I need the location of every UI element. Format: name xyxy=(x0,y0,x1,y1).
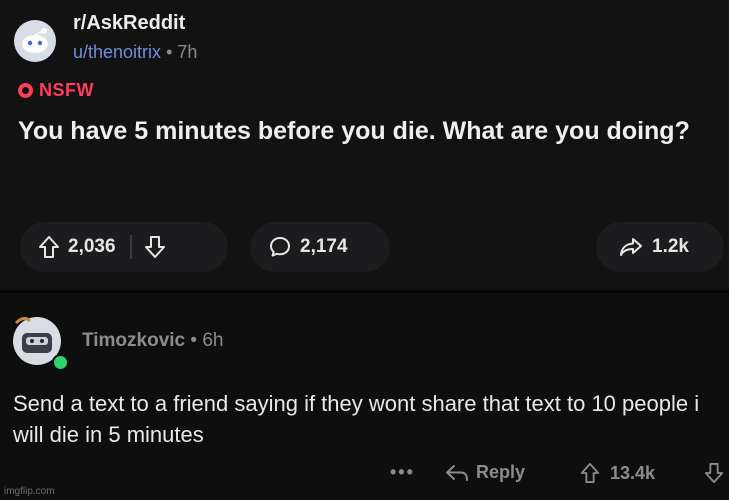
comment-upvote-icon[interactable] xyxy=(580,462,600,484)
meta-separator: • xyxy=(166,42,173,62)
comment-count: 2,174 xyxy=(300,236,348,257)
comments-button[interactable]: 2,174 xyxy=(250,222,390,272)
reply-label: Reply xyxy=(476,462,526,482)
comment-vote: 13.4k xyxy=(580,462,655,484)
comment-icon xyxy=(268,235,292,259)
comment-card: Timozkovic • 6h Send a text to a friend … xyxy=(0,293,729,500)
share-count: 1.2k xyxy=(652,236,689,257)
post-title[interactable]: You have 5 minutes before you die. What … xyxy=(18,113,723,149)
post-time: 7h xyxy=(177,42,198,62)
nsfw-label: NSFW xyxy=(39,80,94,100)
nsfw-icon xyxy=(18,83,33,98)
upvote-icon[interactable] xyxy=(38,235,60,259)
vote-divider xyxy=(129,235,132,259)
nsfw-tag: NSFW xyxy=(18,80,94,101)
comment-score: 13.4k xyxy=(610,462,656,483)
share-icon xyxy=(618,236,644,258)
comment-downvote-icon[interactable] xyxy=(704,462,724,484)
reply-button[interactable]: Reply xyxy=(444,462,525,483)
comment-body: Send a text to a friend saying if they w… xyxy=(13,391,700,447)
post-author[interactable]: u/thenoitrix xyxy=(73,42,161,62)
snoo-icon xyxy=(22,28,48,53)
watermark: imgflip.com xyxy=(4,486,55,497)
share-button[interactable]: 1.2k xyxy=(596,222,724,272)
more-options-icon[interactable]: ••• xyxy=(390,462,415,483)
post-meta: u/thenoitrix • 7h xyxy=(73,42,197,63)
comment-time: • 6h xyxy=(190,330,224,351)
vote-bar: 2,036 xyxy=(20,222,228,272)
comment-author[interactable]: Timozkovic xyxy=(82,330,185,351)
post-card: r/AskReddit u/thenoitrix • 7h NSFW You h… xyxy=(0,0,729,293)
online-status-icon xyxy=(52,354,69,371)
reply-icon xyxy=(444,463,470,483)
downvote-icon[interactable] xyxy=(144,235,166,259)
upvote-count: 2,036 xyxy=(68,236,116,257)
subreddit-avatar[interactable] xyxy=(14,20,56,62)
comment-actions: ••• Reply 13.4k xyxy=(0,460,729,490)
subreddit-name[interactable]: r/AskReddit xyxy=(73,12,185,35)
comment-author-line: Timozkovic • 6h xyxy=(82,330,224,352)
